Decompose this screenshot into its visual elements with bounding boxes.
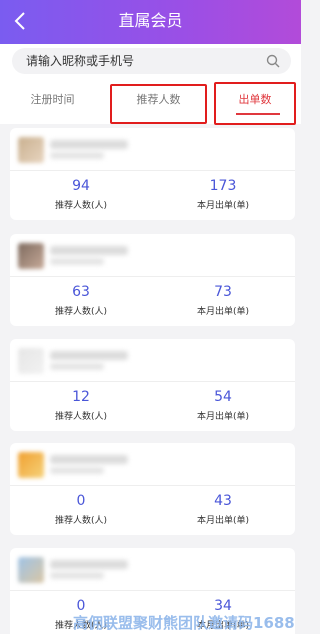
divider: [10, 381, 295, 382]
app-header: 直属会员: [0, 0, 301, 44]
referrals-count: 94: [72, 178, 90, 194]
member-info: [10, 443, 295, 485]
member-card[interactable]: 12 推荐人数(人) 54 本月出单(单): [10, 339, 295, 431]
referrals-stat: 63 推荐人数(人): [10, 282, 152, 319]
member-info: [10, 234, 295, 276]
referrals-label: 推荐人数(人): [54, 201, 108, 211]
referrals-label: 推荐人数(人): [54, 307, 108, 317]
search-placeholder: 请输入昵称或手机号: [26, 54, 135, 68]
search-input[interactable]: 请输入昵称或手机号: [12, 48, 291, 74]
divider: [10, 170, 295, 171]
orders-label: 本月出单(单): [196, 307, 250, 317]
blurred-name: [50, 351, 128, 360]
blurred-phone: [50, 363, 104, 370]
blurred-phone: [50, 572, 104, 579]
member-card[interactable]: 63 推荐人数(人) 73 本月出单(单): [10, 234, 295, 326]
orders-label: 本月出单(单): [196, 201, 250, 211]
orders-label: 本月出单(单): [196, 516, 250, 526]
orders-label: 本月出单(单): [196, 412, 250, 422]
orders-count: 54: [214, 389, 232, 405]
search-icon[interactable]: [265, 53, 281, 69]
referrals-count: 12: [72, 389, 90, 405]
member-card[interactable]: 0 推荐人数(人) 43 本月出单(单): [10, 443, 295, 535]
tab-register-time[interactable]: 注册时间: [10, 78, 95, 124]
sort-tabs: 注册时间 推荐人数 出单数: [0, 78, 301, 124]
blurred-name: [50, 560, 128, 569]
referrals-count: 0: [76, 493, 86, 509]
tab-referrals[interactable]: 推荐人数: [110, 78, 207, 124]
member-info: [10, 339, 295, 381]
referrals-label: 推荐人数(人): [54, 412, 108, 422]
divider: [10, 276, 295, 277]
avatar: [18, 137, 44, 163]
avatar: [18, 348, 44, 374]
blurred-phone: [50, 152, 104, 159]
avatar: [18, 243, 44, 269]
referrals-label: 推荐人数(人): [54, 516, 108, 526]
referrals-count: 63: [72, 284, 90, 300]
watermark: 高佣联盟聚财熊团队邀请码1688: [73, 614, 295, 632]
orders-stat: 43 本月出单(单): [152, 491, 294, 528]
active-tab-underline: [236, 113, 280, 115]
referrals-stat: 0 推荐人数(人): [10, 491, 152, 528]
tab-orders[interactable]: 出单数: [214, 78, 296, 124]
orders-stat: 54 本月出单(单): [152, 387, 294, 424]
avatar: [18, 557, 44, 583]
search-bar: 请输入昵称或手机号: [0, 44, 301, 78]
blurred-name: [50, 246, 128, 255]
orders-count: 173: [209, 178, 237, 194]
orders-count: 73: [214, 284, 232, 300]
member-info: [10, 548, 295, 590]
divider: [10, 485, 295, 486]
blurred-name: [50, 455, 128, 464]
page-title: 直属会员: [118, 11, 183, 30]
divider: [10, 590, 295, 591]
blurred-name: [50, 140, 128, 149]
referrals-stat: 94 推荐人数(人): [10, 176, 152, 213]
member-card[interactable]: 94 推荐人数(人) 173 本月出单(单): [10, 128, 295, 220]
member-info: [10, 128, 295, 170]
orders-stat: 173 本月出单(单): [152, 176, 294, 213]
blurred-phone: [50, 258, 104, 265]
orders-count: 43: [214, 493, 232, 509]
referrals-stat: 12 推荐人数(人): [10, 387, 152, 424]
blurred-phone: [50, 467, 104, 474]
avatar: [18, 452, 44, 478]
orders-stat: 73 本月出单(单): [152, 282, 294, 319]
